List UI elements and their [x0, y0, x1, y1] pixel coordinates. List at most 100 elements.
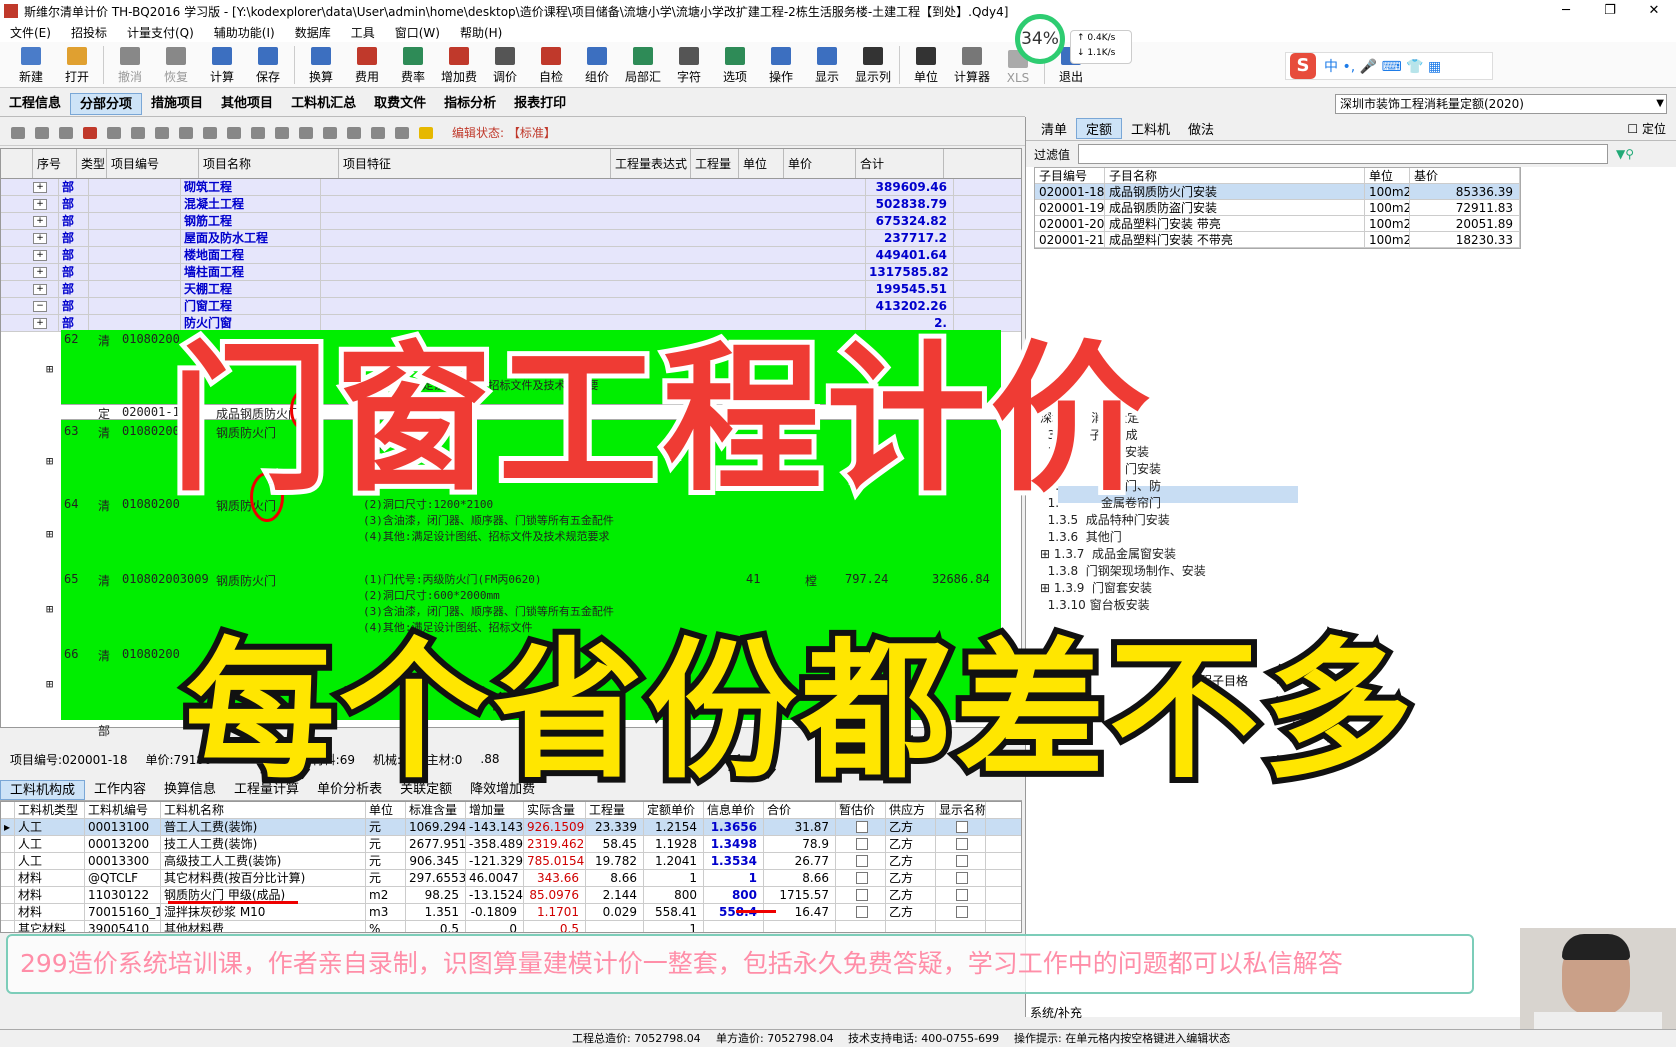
toolbar-button[interactable]: 自检: [528, 43, 574, 87]
section-row[interactable]: + 部 楼地面工程 449401.64: [1, 247, 1021, 264]
resource-checkbox-cell[interactable]: [936, 870, 986, 886]
sogou-icon[interactable]: S: [1290, 53, 1316, 79]
expand-toggle-icon[interactable]: ⊞: [46, 454, 53, 468]
right-tab-3[interactable]: 做法: [1179, 119, 1223, 138]
quota-row[interactable]: 020001-21 成品塑料门安装 不带亮 100m2 18230.33: [1035, 232, 1520, 248]
column-header[interactable]: 项目编号: [107, 149, 199, 178]
resource-checkbox-cell[interactable]: [836, 836, 886, 852]
toolbar-button[interactable]: 打开: [54, 43, 100, 87]
resource-checkbox-cell[interactable]: [836, 921, 886, 932]
expand-toggle-icon[interactable]: +: [33, 284, 47, 295]
checkbox[interactable]: [856, 821, 868, 833]
menu-item[interactable]: 计量支付(Q): [117, 24, 204, 41]
quota-column-header[interactable]: 单位: [1365, 168, 1410, 183]
quota-row[interactable]: 020001-19 成品钢质防盗门安装 100m2 72911.83: [1035, 200, 1520, 216]
resource-row[interactable]: 人工00013300高级技工人工费(装饰)元906.345-121.329678…: [1, 853, 1021, 870]
tree-node[interactable]: 1.3.8 门钢架现场制作、安装: [1040, 563, 1206, 580]
bottom-tab-0[interactable]: 工料机构成: [0, 780, 86, 800]
column-header[interactable]: 工程量表达式: [611, 149, 691, 178]
column-header[interactable]: 项目名称: [199, 149, 339, 178]
toolbar-button[interactable]: 字符: [666, 43, 712, 87]
tree-node[interactable]: 1.3.6 其他门: [1040, 529, 1206, 546]
column-header[interactable]: 工程量: [691, 149, 739, 178]
checkbox[interactable]: [956, 889, 968, 901]
column-header[interactable]: 类型: [77, 149, 107, 178]
locate-checkbox[interactable]: ☐ 定位: [1627, 120, 1666, 137]
expand-toggle-icon[interactable]: +: [33, 216, 47, 227]
resource-checkbox-cell[interactable]: [936, 853, 986, 869]
tab-0[interactable]: 工程信息: [0, 93, 70, 115]
resource-row[interactable]: 其它材料 39005410 其他材料费% 0.5 0 0.5 1: [1, 921, 1021, 932]
down-icon[interactable]: [203, 126, 217, 139]
delete-icon[interactable]: [83, 126, 97, 139]
toolbar-button[interactable]: 撤消: [107, 43, 153, 87]
menu-item[interactable]: 帮助(H): [450, 24, 512, 41]
menu-item[interactable]: 文件(E): [0, 24, 61, 41]
paste-icon[interactable]: [155, 126, 169, 139]
checkbox[interactable]: [856, 872, 868, 884]
quota-row[interactable]: 020001-18 成品钢质防火门安装 100m2 85336.39: [1035, 184, 1520, 200]
resource-row[interactable]: 人工 00013200 技工人工费(装饰) 元 2677.951 -358.489 2319…: [1, 836, 1021, 853]
menu-item[interactable]: 窗口(W): [385, 24, 450, 41]
menu-item[interactable]: 工具: [341, 24, 385, 41]
toolbar-button[interactable]: 显示: [804, 43, 850, 87]
column-header[interactable]: 序号: [33, 149, 77, 178]
resource-checkbox-cell[interactable]: [836, 819, 886, 835]
section-row[interactable]: + 部 墙柱面工程 1317585.82: [1, 264, 1021, 281]
right-tab-1[interactable]: 定额: [1076, 118, 1123, 139]
resource-checkbox-cell[interactable]: [836, 853, 886, 869]
side-tabs[interactable]: 系统/补充: [1030, 1004, 1082, 1021]
expand-toggle-icon[interactable]: ⊞: [46, 362, 53, 376]
resource-checkbox-cell[interactable]: [936, 904, 986, 920]
tree-node[interactable]: ⊞ 1.3.7 成品金属窗安装: [1040, 546, 1206, 563]
column-header[interactable]: 合计: [856, 149, 944, 178]
resource-checkbox-cell[interactable]: [836, 870, 886, 886]
quota-column-header[interactable]: 基价: [1410, 168, 1520, 183]
toolbar-button[interactable]: 单位: [903, 43, 949, 87]
checkbox[interactable]: [956, 872, 968, 884]
expand-toggle-icon[interactable]: +: [33, 250, 47, 261]
filter-icon[interactable]: ▼⚲: [1616, 147, 1634, 161]
quota-column-header[interactable]: 子目编号: [1035, 168, 1105, 183]
tool-icon[interactable]: [395, 126, 409, 139]
resource-checkbox-cell[interactable]: [936, 921, 986, 932]
column-header[interactable]: 单价: [784, 149, 856, 178]
resource-column-header[interactable]: 工料机类型: [15, 802, 85, 818]
toolbar-button[interactable]: 显示列: [850, 43, 896, 87]
checkbox[interactable]: [956, 838, 968, 850]
toolbar-button[interactable]: 调价: [482, 43, 528, 87]
expand-toggle-icon[interactable]: +: [33, 199, 47, 210]
toolbar-button[interactable]: 局部汇: [620, 43, 666, 87]
tab-7[interactable]: 报表打印: [505, 93, 575, 115]
toolbar-button[interactable]: 计算: [199, 43, 245, 87]
memory-gauge[interactable]: 34%: [1015, 14, 1065, 64]
checkbox[interactable]: [956, 906, 968, 918]
resource-checkbox-cell[interactable]: [836, 904, 886, 920]
toolbar-button[interactable]: 费用: [344, 43, 390, 87]
section-row[interactable]: + 部 混凝土工程 502838.79: [1, 196, 1021, 213]
toolbar-button[interactable]: 增加费: [436, 43, 482, 87]
expand-toggle-icon[interactable]: ⊞: [46, 602, 53, 616]
close-button[interactable]: ✕: [1632, 0, 1676, 22]
toolbar-button[interactable]: 恢复: [153, 43, 199, 87]
filter-input[interactable]: [1078, 144, 1609, 164]
expand-toggle-icon[interactable]: +: [33, 233, 47, 244]
column-header[interactable]: 项目特征: [339, 149, 611, 178]
tab-6[interactable]: 指标分析: [435, 93, 505, 115]
right-tab-2[interactable]: 工料机: [1122, 119, 1179, 138]
checkbox[interactable]: [856, 906, 868, 918]
menu-item[interactable]: 数据库: [285, 24, 341, 41]
quota-column-header[interactable]: 子目名称: [1105, 168, 1365, 183]
quota-library-select[interactable]: 深圳市装饰工程消耗量定额(2020) ▼: [1335, 94, 1667, 114]
right-icon[interactable]: [251, 126, 265, 139]
checkbox[interactable]: [856, 855, 868, 867]
tab-3[interactable]: 其他项目: [212, 93, 282, 115]
tab-4[interactable]: 工料机汇总: [282, 93, 365, 115]
tab-2[interactable]: 措施项目: [142, 93, 212, 115]
tool-icon[interactable]: [35, 126, 49, 139]
menu-item[interactable]: 招投标: [61, 24, 117, 41]
section-row[interactable]: + 部 钢筋工程 675324.82: [1, 213, 1021, 230]
toolbar-button[interactable]: 组价: [574, 43, 620, 87]
tool-icon[interactable]: [11, 126, 25, 139]
checkbox[interactable]: [856, 838, 868, 850]
